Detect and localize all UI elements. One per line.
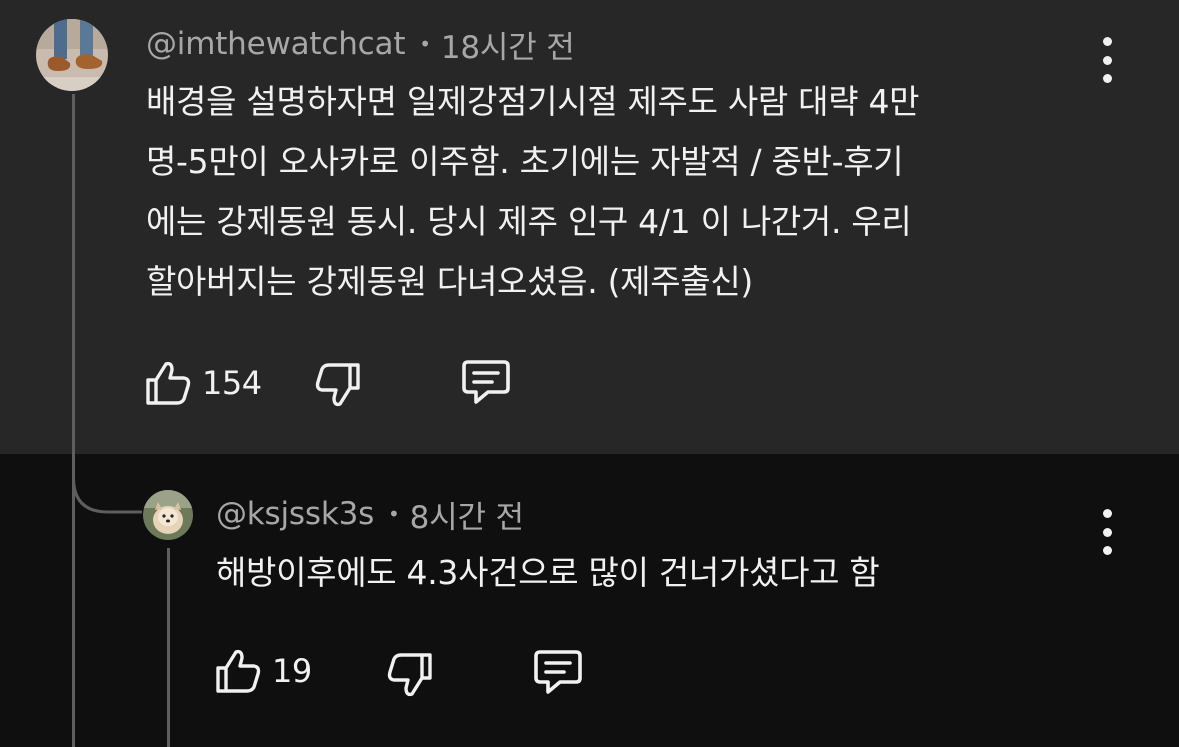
thumbs-up-icon: [216, 649, 261, 693]
commenter-avatar[interactable]: [36, 19, 108, 91]
comment-timestamp[interactable]: 18시간 전: [441, 22, 575, 67]
meta-separator: •: [388, 502, 400, 526]
more-vertical-icon: [1102, 509, 1112, 518]
reply-comment-icon: [462, 360, 510, 404]
comment-meta: @imthewatchcat • 18시간 전: [146, 22, 575, 67]
thread-line-main: [72, 94, 75, 747]
reply-like-button[interactable]: 19: [214, 646, 312, 696]
avatar-shoes-image: [36, 19, 108, 91]
comment-line: 할아버지는 강제동원 다녀오셨음. (제주출신): [146, 262, 753, 301]
comment-line: 에는 강제동원 동시. 당시 제주 인구 4/1 이 나간거. 우리: [146, 202, 912, 241]
thread-connector-curve: [72, 450, 142, 514]
more-vertical-icon: [1102, 37, 1112, 46]
comment-author-handle[interactable]: @imthewatchcat: [146, 26, 405, 62]
reply-reply-button[interactable]: [532, 648, 584, 698]
reply-line: 해방이후에도 4.3사건으로 많이 건너가셨다고 함: [216, 553, 880, 592]
reply-author-handle[interactable]: @ksjssk3s: [216, 496, 374, 532]
meta-separator: •: [419, 32, 431, 56]
reply-dislike-button[interactable]: [386, 650, 434, 700]
comment-more-button[interactable]: [1095, 37, 1119, 83]
comment-thread: @imthewatchcat • 18시간 전 배경을 설명하자면 일제강점기시…: [0, 0, 1179, 747]
comment-like-count: 154: [202, 364, 262, 402]
comment-like-button[interactable]: 154: [144, 358, 262, 408]
comment-line: 명-5만이 오사카로 이주함. 초기에는 자발적 / 중반-후기: [146, 142, 904, 181]
reply-more-button[interactable]: [1095, 509, 1119, 555]
comment-line: 배경을 설명하자면 일제강점기시절 제주도 사람 대략 4만: [146, 82, 920, 121]
reply-comment-icon: [534, 650, 582, 694]
reply-timestamp[interactable]: 8시간 전: [410, 492, 524, 537]
reply-meta: @ksjssk3s • 8시간 전: [216, 492, 524, 537]
reply-avatar[interactable]: [143, 490, 193, 540]
reply-like-count: 19: [272, 652, 312, 690]
reply-body: 해방이후에도 4.3사건으로 많이 건너가셨다고 함: [216, 543, 880, 603]
avatar-dog-image: [143, 490, 193, 540]
comment-dislike-button[interactable]: [314, 360, 362, 410]
thumbs-down-icon: [315, 363, 360, 407]
comment-reply-button[interactable]: [460, 358, 512, 408]
thumbs-down-icon: [387, 653, 432, 697]
comment-body: 배경을 설명하자면 일제강점기시절 제주도 사람 대략 4만 명-5만이 오사카…: [146, 72, 920, 312]
thumbs-up-icon: [146, 361, 191, 405]
thread-line-reply: [167, 548, 170, 747]
